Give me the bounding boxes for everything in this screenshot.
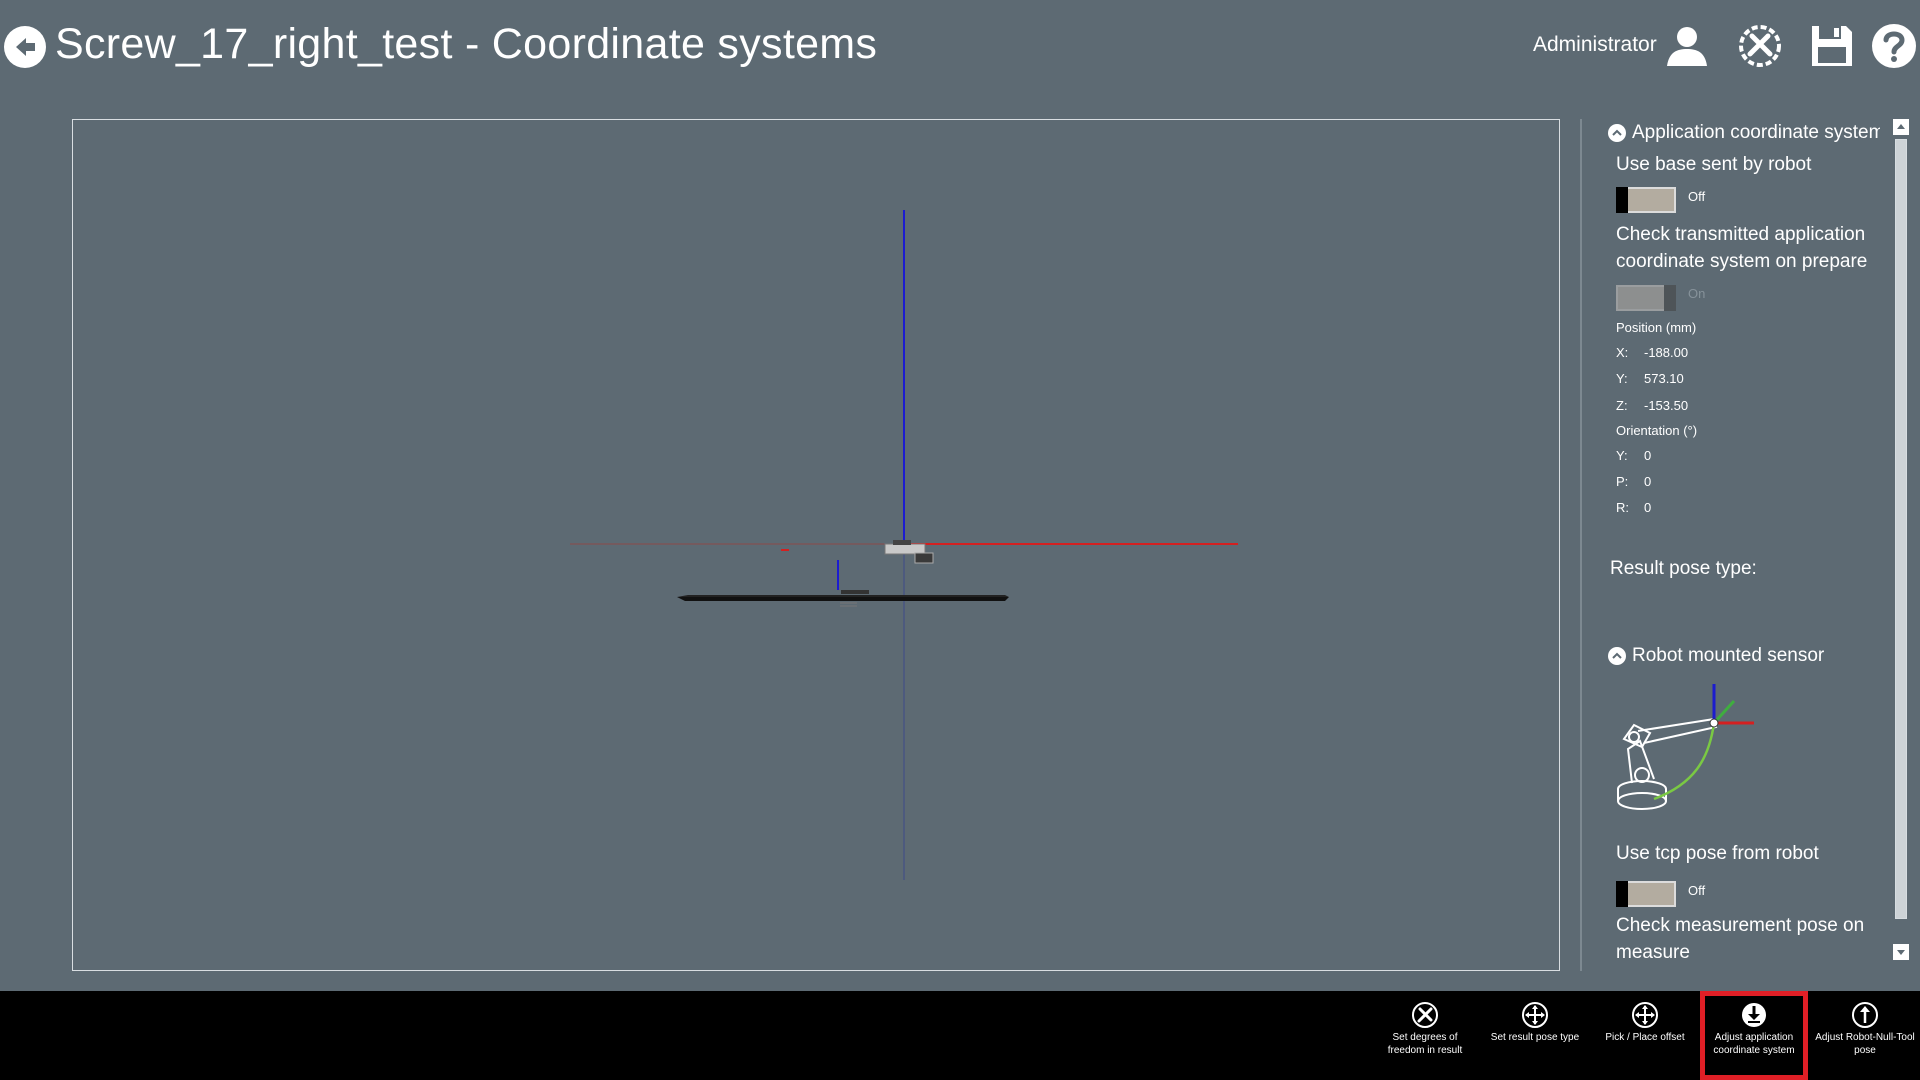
position-label: Position (mm): [1616, 320, 1697, 335]
scene-canvas: [570, 210, 1238, 880]
user-name: Administrator: [1533, 33, 1657, 56]
adjust-app-cs-label: Adjust application coordinate system: [1713, 1032, 1795, 1056]
header: Screw_17_right_test - Coordinate systems…: [0, 0, 1920, 100]
check-transmitted-toggle[interactable]: [1616, 285, 1676, 311]
check-transmitted-label: Check transmitted application coordinate…: [1616, 224, 1868, 272]
orientation-label: Orientation (°): [1616, 423, 1698, 438]
check-measurement-label: Check measurement pose on measure: [1616, 915, 1865, 963]
scroll-up-icon[interactable]: [1893, 119, 1909, 135]
bottom-toolbar: Set degrees of freedom in result Set res…: [0, 991, 1920, 1080]
set-dof-label: Set degrees of freedom in result: [1387, 1032, 1463, 1056]
position-y-row: Y: 573.10: [1616, 371, 1684, 386]
orientation-p-value: 0: [1644, 474, 1652, 489]
user-icon[interactable]: [1663, 22, 1711, 70]
check-transmitted-state: On: [1688, 286, 1706, 301]
download-arrow-icon: [1742, 1003, 1766, 1027]
use-base-state: Off: [1688, 189, 1706, 204]
sensor-heading: Robot mounted sensor: [1632, 645, 1825, 666]
move-arrows-icon: [1522, 1002, 1548, 1028]
position-z-row: Z: -153.50: [1616, 398, 1689, 413]
up-arrow-icon: [1852, 1002, 1878, 1028]
position-z-value: -153.50: [1644, 398, 1689, 413]
orientation-r-row: R: 0: [1616, 500, 1652, 515]
adjust-null-tool-button[interactable]: Adjust Robot-Null-Tool pose: [1811, 991, 1919, 1080]
position-x-value: -188.00: [1644, 345, 1689, 360]
workpiece-plate: [677, 595, 1009, 597]
adjust-null-tool-label: Adjust Robot-Null-Tool pose: [1815, 1032, 1915, 1056]
back-button[interactable]: [4, 26, 46, 68]
orientation-y-value: 0: [1644, 448, 1652, 463]
robot-sensor-icon: [1617, 684, 1754, 810]
back-arrow-icon: [16, 38, 35, 56]
move-arrows-icon: [1632, 1002, 1658, 1028]
adjust-app-cs-button[interactable]: Adjust application coordinate system: [1700, 991, 1808, 1080]
use-base-label: Use base sent by robot: [1616, 154, 1812, 175]
use-tcp-label: Use tcp pose from robot: [1616, 843, 1819, 864]
wrench-icon: [1412, 1002, 1438, 1028]
panel-scrollbar[interactable]: [1893, 119, 1909, 961]
help-icon[interactable]: [1870, 22, 1918, 70]
pick-place-offset-button[interactable]: Pick / Place offset: [1591, 991, 1699, 1080]
use-tcp-state: Off: [1688, 883, 1706, 898]
result-pose-label: Result pose type:: [1610, 558, 1757, 579]
position-x-row: X: -188.00: [1616, 345, 1689, 360]
scroll-down-icon[interactable]: [1893, 944, 1909, 960]
app-cs-section-header[interactable]: Application coordinate system: [1608, 122, 1880, 144]
orientation-y-row: Y: 0: [1616, 448, 1652, 463]
orientation-r-value: 0: [1644, 500, 1652, 515]
settings-tools-icon[interactable]: [1736, 22, 1784, 70]
scroll-thumb[interactable]: [1895, 139, 1907, 919]
collapse-chevron-icon[interactable]: [1608, 647, 1626, 665]
pick-place-offset-label: Pick / Place offset: [1605, 1032, 1685, 1043]
orientation-p-row: P: 0: [1616, 474, 1652, 489]
3d-viewport[interactable]: [72, 119, 1560, 971]
collapse-chevron-icon[interactable]: [1608, 124, 1626, 142]
properties-panel: Application coordinate system Use base s…: [1580, 119, 1880, 971]
app-cs-heading: Application coordinate system: [1632, 122, 1880, 143]
sensor-section-header[interactable]: Robot mounted sensor: [1608, 645, 1824, 667]
position-y-value: 573.10: [1644, 371, 1684, 386]
set-result-pose-label: Set result pose type: [1490, 1032, 1580, 1043]
set-result-pose-button[interactable]: Set result pose type: [1481, 991, 1589, 1080]
save-icon[interactable]: [1808, 22, 1856, 70]
use-base-toggle[interactable]: [1616, 187, 1676, 213]
use-tcp-toggle[interactable]: [1616, 881, 1676, 907]
page-title: Screw_17_right_test - Coordinate systems: [55, 20, 878, 68]
set-dof-button[interactable]: Set degrees of freedom in result: [1371, 991, 1479, 1080]
